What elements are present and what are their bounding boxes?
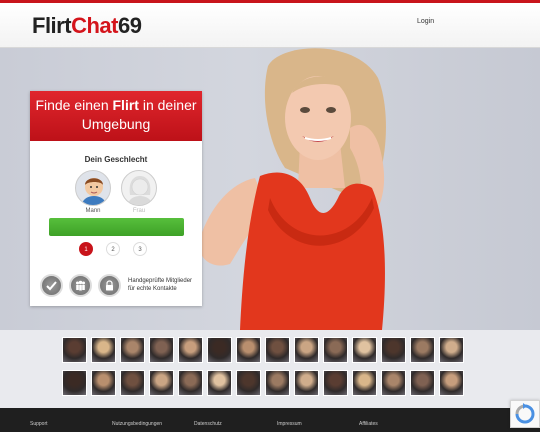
member-thumbnail[interactable] [410,370,435,396]
gender-male-option[interactable] [75,170,111,206]
member-thumbnail[interactable] [352,337,377,363]
logo-part-flirt: Flirt [32,13,72,38]
member-thumbnail[interactable] [62,337,87,363]
member-thumbnail[interactable] [294,337,319,363]
member-thumbnail[interactable] [149,337,174,363]
logo-part-69: 69 [117,13,142,38]
member-thumbnail[interactable] [236,370,261,396]
member-gallery [62,337,474,403]
member-thumbnail[interactable] [381,337,406,363]
people-icon [76,280,85,291]
hero-woman-image [199,48,386,330]
gender-title: Dein Geschlecht [84,155,148,164]
member-thumbnail[interactable] [207,370,232,396]
step-indicator-2: 2 [106,242,120,256]
login-link[interactable]: Login [417,18,434,25]
security-badge [98,274,121,297]
trust-text: Handgeprüfte Mitglieder für echte Kontak… [128,278,193,292]
male-avatar-icon [81,178,107,205]
footer-link-imprint[interactable]: Impressum [277,421,302,427]
footer-link-affiliates[interactable]: Affiliates [359,421,378,427]
member-thumbnail[interactable] [381,370,406,396]
step-indicator-3: 3 [133,242,147,256]
continue-button[interactable] [49,218,184,236]
member-thumbnail[interactable] [323,337,348,363]
member-thumbnail[interactable] [323,370,348,396]
member-thumbnail[interactable] [352,370,377,396]
member-thumbnail[interactable] [294,370,319,396]
checkmark-badge [40,274,63,297]
checkmark-icon [46,281,57,291]
headline-pre: Finde einen [35,97,113,113]
gallery-row-1 [62,337,474,363]
member-thumbnail[interactable] [439,370,464,396]
logo-part-chat: Chat [71,13,118,38]
member-thumbnail[interactable] [149,370,174,396]
step-indicator-1: 1 [79,242,93,256]
site-header: FlirtChat69 Login [0,3,540,48]
footer-link-privacy[interactable]: Datenschutz [194,421,222,427]
female-avatar-icon [127,176,153,205]
member-thumbnail[interactable] [91,370,116,396]
gallery-row-2 [62,370,474,396]
signup-card: Finde einen Flirt in deiner Umgebung Dei… [30,91,202,306]
site-logo[interactable]: FlirtChat69 [32,13,142,39]
member-thumbnail[interactable] [120,370,145,396]
member-thumbnail[interactable] [62,370,87,396]
gender-female-label: Frau [132,208,146,214]
footer-link-terms[interactable]: Nutzungsbedingungen [112,421,162,427]
member-thumbnail[interactable] [178,370,203,396]
member-thumbnail[interactable] [265,337,290,363]
signup-headline: Finde einen Flirt in deiner Umgebung [30,91,202,141]
gender-male-label: Mann [85,208,101,214]
footer-link-support[interactable]: Support [30,421,48,427]
site-footer: Support Nutzungsbedingungen Datenschutz … [0,408,540,432]
member-thumbnail[interactable] [207,337,232,363]
member-thumbnail[interactable] [178,337,203,363]
lock-icon [106,280,113,291]
member-thumbnail[interactable] [410,337,435,363]
member-thumbnail[interactable] [265,370,290,396]
headline-bold: Flirt [112,97,139,113]
recaptcha-icon [515,403,535,424]
recaptcha-badge[interactable] [510,400,540,428]
member-thumbnail[interactable] [120,337,145,363]
community-badge [69,274,92,297]
member-thumbnail[interactable] [236,337,261,363]
gender-female-option[interactable] [121,170,157,206]
member-thumbnail[interactable] [91,337,116,363]
member-thumbnail[interactable] [439,337,464,363]
